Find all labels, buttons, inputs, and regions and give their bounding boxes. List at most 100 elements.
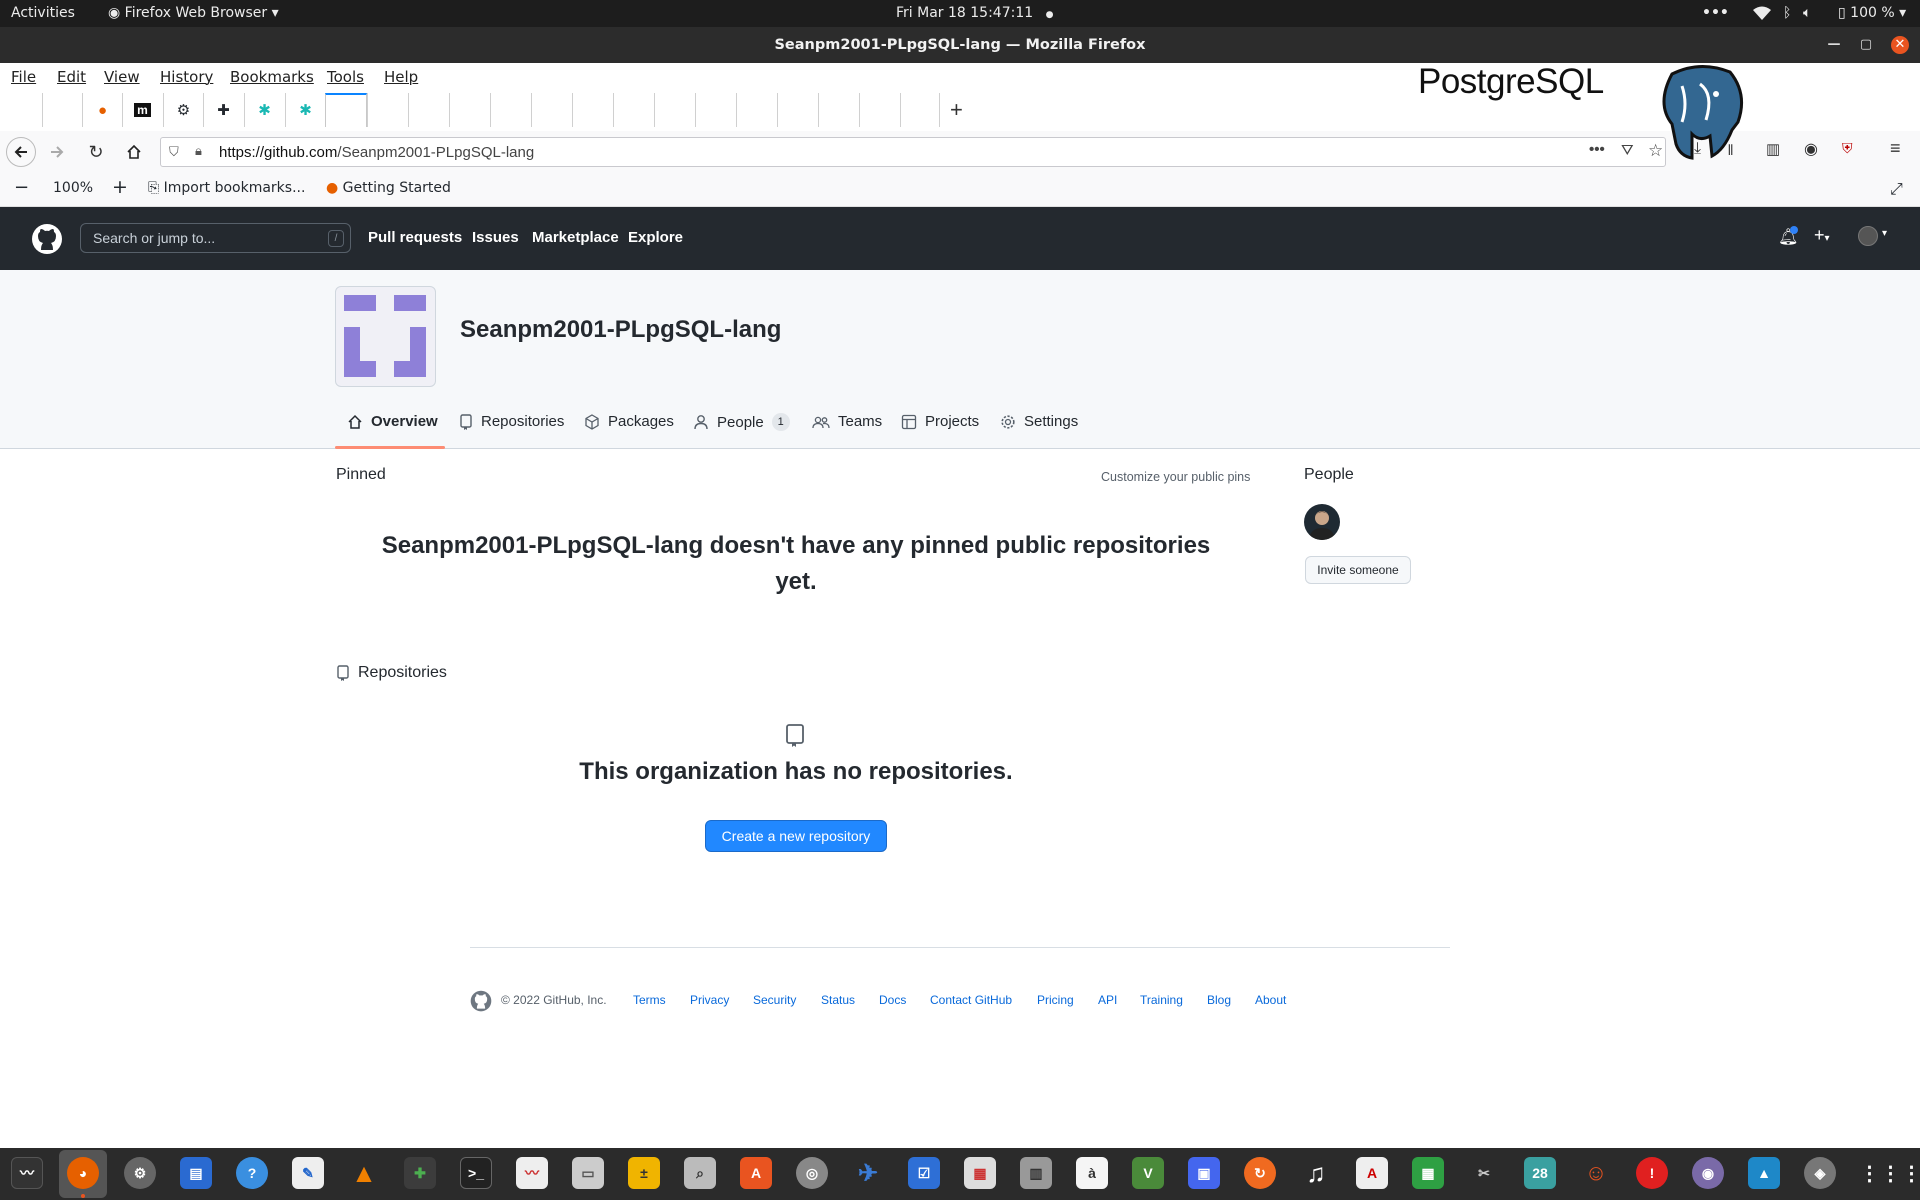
nav-explore[interactable]: Explore [628, 229, 683, 246]
tab-blank[interactable] [449, 93, 489, 127]
activities-button[interactable]: Activities [11, 5, 75, 21]
tab-blank[interactable] [367, 93, 407, 127]
url-text[interactable]: https://github.com/Seanpm2001-PLpgSQL-la… [219, 144, 534, 161]
spreadsheet-icon[interactable]: ▦ [1412, 1157, 1444, 1189]
lock-icon[interactable]: 🔒︎ [195, 143, 202, 159]
customize-pins-link[interactable]: Customize your public pins [1101, 470, 1250, 484]
pdf-reader-icon[interactable]: A [1356, 1157, 1388, 1189]
footer-link-docs[interactable]: Docs [879, 993, 906, 1007]
circle-app-icon[interactable]: ◉ [1692, 1157, 1724, 1189]
bluetooth-icon[interactable]: ᛒ [1783, 5, 1791, 21]
page-actions-icon[interactable]: ••• [1589, 141, 1605, 158]
update-icon[interactable]: ↻ [1244, 1157, 1276, 1189]
fullscreen-icon[interactable]: ⤢ [1890, 179, 1903, 199]
create-new-plus-icon[interactable]: +▾ [1814, 225, 1830, 246]
tab-blank[interactable] [531, 93, 571, 127]
volume-icon[interactable]: 🔈︎ [1803, 5, 1811, 21]
footer-link-contact[interactable]: Contact GitHub [930, 993, 1012, 1007]
nav-marketplace[interactable]: Marketplace [532, 229, 619, 246]
calendar-date-icon[interactable]: 28 [1524, 1157, 1556, 1189]
menu-view[interactable]: View [104, 68, 140, 86]
hamburger-menu-icon[interactable]: ≡ [1890, 138, 1901, 159]
back-arrow-icon[interactable] [6, 137, 36, 167]
tab-repositories[interactable]: Repositories [459, 413, 564, 430]
tab-blank[interactable] [818, 93, 858, 127]
menu-tools[interactable]: Tools [327, 68, 364, 86]
maximize-button[interactable]: ▢ [1857, 36, 1875, 54]
tab-packages[interactable]: Packages [584, 413, 674, 430]
calendar-app-icon[interactable]: ▦ [964, 1157, 996, 1189]
pinball-icon[interactable]: ◈ [1804, 1157, 1836, 1189]
firefox-icon[interactable]: ◕ [67, 1157, 99, 1189]
getting-started-link[interactable]: ● Getting Started [326, 180, 451, 196]
tab-people[interactable]: People 1 [693, 413, 790, 431]
tab-blank[interactable] [572, 93, 612, 127]
alert-icon[interactable]: ! [1636, 1157, 1668, 1189]
github-mark-icon[interactable] [470, 990, 492, 1012]
github-search-input[interactable]: Search or jump to... / [80, 223, 351, 253]
footer-link-terms[interactable]: Terms [633, 993, 666, 1007]
tab-blank[interactable] [408, 93, 448, 127]
minimize-button[interactable]: — [1825, 36, 1843, 54]
user-avatar[interactable] [1858, 226, 1878, 246]
settings-icon[interactable]: ⚙ [124, 1157, 156, 1189]
footer-link-status[interactable]: Status [821, 993, 855, 1007]
tab-blank[interactable] [695, 93, 735, 127]
show-apps-grid-icon[interactable]: ⋮⋮⋮ [1860, 1157, 1920, 1189]
tab-blank[interactable] [777, 93, 817, 127]
tab-1[interactable] [42, 93, 82, 127]
music-icon[interactable]: ♫ [1300, 1157, 1332, 1189]
zoom-in-icon[interactable]: + [112, 176, 128, 198]
close-button[interactable]: ✕ [1891, 36, 1909, 54]
vlc-icon[interactable]: ▲ [348, 1157, 380, 1189]
tab-blank[interactable] [490, 93, 530, 127]
puzzle-app-icon[interactable]: ✚ [404, 1157, 436, 1189]
more-icon[interactable]: ••• [1702, 5, 1729, 21]
footer-link-security[interactable]: Security [753, 993, 796, 1007]
tab-firefox[interactable]: ● [82, 93, 122, 127]
github-logo-icon[interactable] [31, 223, 63, 255]
blue-app-icon[interactable]: ▲ [1748, 1157, 1780, 1189]
tab-blank[interactable] [654, 93, 694, 127]
account-icon[interactable]: ◉ [1804, 139, 1818, 159]
member-avatar[interactable] [1304, 504, 1340, 540]
chevron-down-icon[interactable]: ▾ [1882, 228, 1887, 239]
invite-someone-button[interactable]: Invite someone [1305, 556, 1411, 584]
graph-app-icon[interactable]: 〰 [516, 1157, 548, 1189]
search-app-icon[interactable]: ⌕ [684, 1157, 716, 1189]
footer-link-privacy[interactable]: Privacy [690, 993, 729, 1007]
create-repository-button[interactable]: Create a new repository [705, 820, 887, 852]
gimp-icon[interactable]: ✂ [1468, 1157, 1500, 1189]
disk-icon[interactable]: ◎ [796, 1157, 828, 1189]
tracking-shield-icon[interactable]: ⛉ [169, 144, 179, 160]
tab-m[interactable]: m [122, 93, 162, 127]
sidebar-toggle-icon[interactable]: ▥ [1766, 140, 1780, 158]
wing-app-icon[interactable]: ✈ [852, 1157, 884, 1189]
tab-teal-1[interactable]: ✱ [244, 93, 284, 127]
footer-link-training[interactable]: Training [1140, 993, 1183, 1007]
tab-blank[interactable] [613, 93, 653, 127]
footer-link-pricing[interactable]: Pricing [1037, 993, 1074, 1007]
tab-blank[interactable] [859, 93, 899, 127]
zoom-level[interactable]: 100% [53, 180, 93, 196]
nav-pull-requests[interactable]: Pull requests [368, 229, 462, 246]
footer-link-blog[interactable]: Blog [1207, 993, 1231, 1007]
tab-overview[interactable]: Overview [347, 413, 438, 430]
menu-file[interactable]: File [11, 68, 36, 86]
reload-icon[interactable]: ↻ [83, 139, 109, 165]
zoom-out-icon[interactable]: − [14, 177, 29, 198]
new-tab-plus-icon[interactable]: + [950, 97, 963, 123]
battery-status[interactable]: ▯ 100 % ▾ [1838, 5, 1906, 21]
ublock-icon[interactable]: ⛨ [1842, 140, 1853, 157]
files-icon[interactable]: ▭ [572, 1157, 604, 1189]
calculator-icon[interactable]: ± [628, 1157, 660, 1189]
tab-addons[interactable]: ✚ [203, 93, 243, 127]
character-map-icon[interactable]: à [1076, 1157, 1108, 1189]
tab-active-github[interactable] [325, 93, 367, 127]
tab-settings[interactable]: Settings [1000, 413, 1078, 430]
wifi-icon[interactable] [1752, 5, 1772, 21]
tab-teams[interactable]: Teams [812, 413, 882, 430]
forward-arrow-icon[interactable] [44, 139, 70, 165]
tab-settings[interactable]: ⚙ [163, 93, 203, 127]
menu-edit[interactable]: Edit [57, 68, 86, 86]
